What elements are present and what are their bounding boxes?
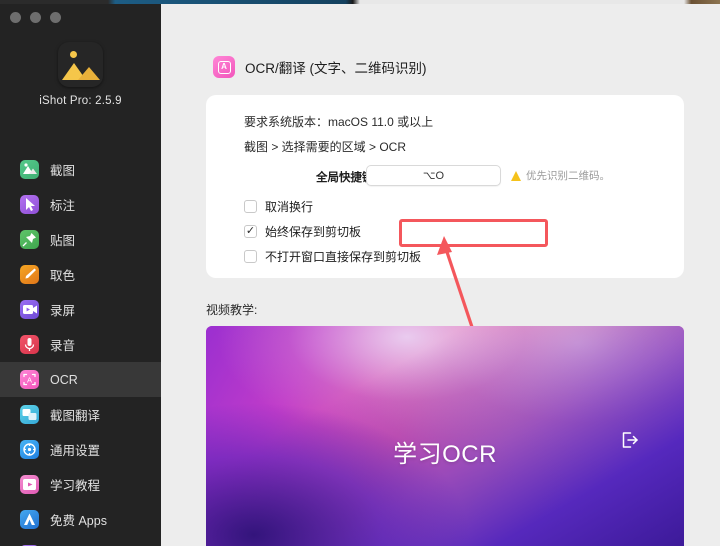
sidebar-item-ocr[interactable]: A OCR [0, 362, 161, 397]
requirement-text: 要求系统版本：macOS 11.0 或以上 [244, 115, 434, 129]
page-title: OCR/翻译 (文字、二维码识别) [245, 61, 427, 76]
sidebar-item-apps[interactable]: 免费 Apps [0, 502, 161, 537]
svg-text:A: A [27, 376, 32, 385]
shortcut-row: 全局快捷键: ⌥O 优先识别二维码。 [206, 165, 684, 187]
colorpicker-icon [20, 265, 39, 284]
warning-triangle-icon [511, 170, 521, 181]
settings-icon [20, 440, 39, 459]
ishot-pro-window: iShot Pro: 2.5.9 截图标注贴图取色录屏录音 A OCR 截图翻译通用设… [0, 0, 720, 546]
warning-note: 优先识别二维码。 [511, 168, 610, 183]
sidebar-item-translate[interactable]: 截图翻译 [0, 397, 161, 432]
pin-icon [20, 230, 39, 249]
sidebar-item-label: OCR [50, 372, 78, 387]
checkbox-label: 始终保存到剪切板 [265, 225, 362, 239]
translate-icon [20, 405, 39, 424]
sidebar-item-label: 学习教程 [50, 479, 101, 493]
sidebar-item-label: 录音 [50, 339, 76, 353]
page-header: A OCR/翻译 (文字、二维码识别) [213, 56, 427, 78]
apps-icon [20, 510, 39, 529]
sidebar-item-microphone[interactable]: 录音 [0, 327, 161, 362]
checkbox-label: 取消换行 [265, 200, 314, 214]
close-button[interactable] [10, 12, 21, 23]
sidebar-item-label: 通用设置 [50, 444, 101, 458]
mountain-shape [62, 63, 100, 80]
sidebar-item-label: 截图翻译 [50, 409, 101, 423]
app-logo-icon [58, 42, 103, 87]
app-identity: iShot Pro: 2.5.9 [0, 42, 161, 107]
checkbox-always-save-clipboard[interactable] [244, 225, 257, 238]
sidebar-nav: 截图标注贴图取色录屏录音 A OCR 截图翻译通用设置学习教程免费 Apps 联系我们 [0, 152, 161, 546]
checkbox-cancel-linebreak[interactable] [244, 200, 257, 213]
video-thumbnail[interactable]: 学习OCR [206, 326, 684, 546]
annotate-icon [20, 195, 39, 214]
sidebar-item-label: 截图 [50, 164, 76, 178]
warning-text: 优先识别二维码。 [526, 170, 610, 182]
traffic-lights [10, 12, 61, 23]
sidebar-item-colorpicker[interactable]: 取色 [0, 257, 161, 292]
shortcut-input[interactable]: ⌥O [366, 165, 501, 186]
main-content: A OCR/翻译 (文字、二维码识别) 要求系统版本：macOS 11.0 或以… [161, 4, 720, 546]
ocr-letter-a: A [217, 60, 231, 74]
sidebar-item-label: 免费 Apps [50, 514, 107, 528]
checkbox-row-no-window-save-clipboard[interactable]: 不打开窗口直接保存到剪切板 [244, 248, 421, 265]
minimize-button[interactable] [30, 12, 41, 23]
microphone-icon [20, 335, 39, 354]
sidebar-item-tutorial[interactable]: 学习教程 [0, 467, 161, 502]
tutorial-icon [20, 475, 39, 494]
zoom-button[interactable] [50, 12, 61, 23]
sidebar-item-label: 贴图 [50, 234, 76, 248]
sidebar-item-settings[interactable]: 通用设置 [0, 432, 161, 467]
settings-card: 要求系统版本：macOS 11.0 或以上 截图 > 选择需要的区域 > OCR… [206, 95, 684, 278]
sidebar-item-label: 标注 [50, 199, 76, 213]
checkbox-label: 不打开窗口直接保存到剪切板 [265, 250, 422, 264]
ocr-icon: A [213, 56, 235, 78]
checkbox-row-cancel-linebreak[interactable]: 取消换行 [244, 198, 313, 215]
screenshot-icon [20, 160, 39, 179]
sidebar-item-annotate[interactable]: 标注 [0, 187, 161, 222]
sidebar-item-label: 取色 [50, 269, 76, 283]
sidebar-item-record-screen[interactable]: 录屏 [0, 292, 161, 327]
sidebar-item-label: 录屏 [50, 304, 76, 318]
sidebar: iShot Pro: 2.5.9 截图标注贴图取色录屏录音 A OCR 截图翻译通用设… [0, 4, 161, 546]
app-name-label: iShot Pro: 2.5.9 [39, 95, 122, 107]
sidebar-item-pin[interactable]: 贴图 [0, 222, 161, 257]
record-screen-icon [20, 300, 39, 319]
sidebar-item-contact[interactable]: 联系我们 [0, 537, 161, 546]
sidebar-item-screenshot[interactable]: 截图 [0, 152, 161, 187]
ocr-icon: A [20, 370, 39, 389]
checkbox-row-always-save-clipboard[interactable]: 始终保存到剪切板 [244, 223, 361, 240]
external-link-icon[interactable] [620, 430, 640, 450]
video-section-label: 视频教学: [206, 303, 258, 317]
checkbox-no-window-save-clipboard[interactable] [244, 250, 257, 263]
video-title-text: 学习OCR [393, 441, 497, 468]
sun-shape [70, 51, 77, 58]
flow-text: 截图 > 选择需要的区域 > OCR [244, 140, 407, 154]
